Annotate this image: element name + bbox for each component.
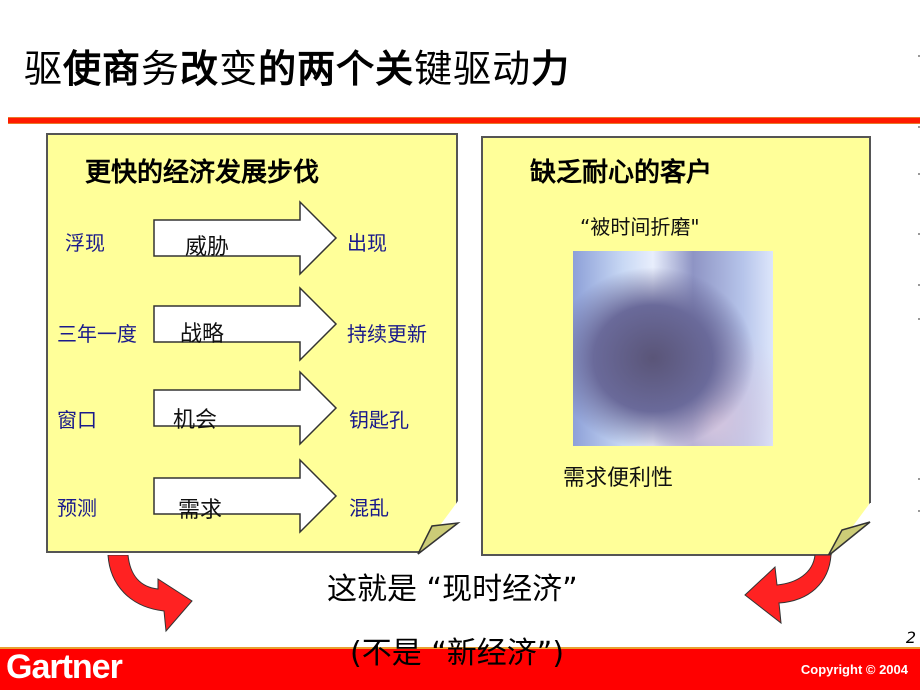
row-from-label: 窗口 xyxy=(57,408,97,432)
row-to-label: 混乱 xyxy=(349,496,389,520)
right-heading: 缺乏耐心的客户 xyxy=(530,158,713,188)
row-from-label: 浮现 xyxy=(65,231,105,255)
title-part: 使商 xyxy=(63,47,142,91)
page-curl-icon xyxy=(410,500,462,556)
title-part: 驱 xyxy=(24,47,64,91)
title-part: 力 xyxy=(531,47,571,91)
left-heading: 更快的经济发展步伐 xyxy=(85,158,320,188)
photo-caption: 需求便利性 xyxy=(563,466,674,491)
title-part: 的两个关 xyxy=(258,47,415,91)
curved-arrow-left-icon xyxy=(744,555,832,625)
curved-arrow-right-icon xyxy=(107,555,193,633)
title-part: 务 xyxy=(141,47,181,91)
page-number: 2 xyxy=(905,628,916,647)
row-to-label: 钥匙孔 xyxy=(349,408,409,432)
slide-title: 驱使商务改变的两个关键驱动力 xyxy=(24,38,570,93)
page-curl-icon xyxy=(827,503,874,558)
title-divider xyxy=(8,117,920,124)
running-businessman-photo xyxy=(573,251,773,446)
row-arrow-label: 战略 xyxy=(180,322,225,347)
title-part: 键驱动 xyxy=(414,47,532,91)
row-arrow-label: 需求 xyxy=(178,498,223,523)
row-arrow-label: 威胁 xyxy=(185,235,230,260)
row-arrow-label: 机会 xyxy=(173,408,218,433)
title-part: 变 xyxy=(219,47,259,91)
copyright-text: Copyright © 2004 xyxy=(800,662,908,677)
row-from-label: 三年一度 xyxy=(57,322,137,346)
row-from-label: 预测 xyxy=(57,496,97,520)
conclusion-line-1: 这就是 “现时经济” xyxy=(327,572,578,607)
row-to-label: 出现 xyxy=(347,231,387,255)
gartner-logo: Gartner xyxy=(6,648,123,686)
title-part: 改 xyxy=(180,47,220,91)
conclusion-line-2: (不是 “新经济”) xyxy=(350,636,565,671)
quote-text: “被时间折磨" xyxy=(580,215,700,239)
arrow-shape xyxy=(153,200,338,276)
row-to-label: 持续更新 xyxy=(347,322,427,346)
